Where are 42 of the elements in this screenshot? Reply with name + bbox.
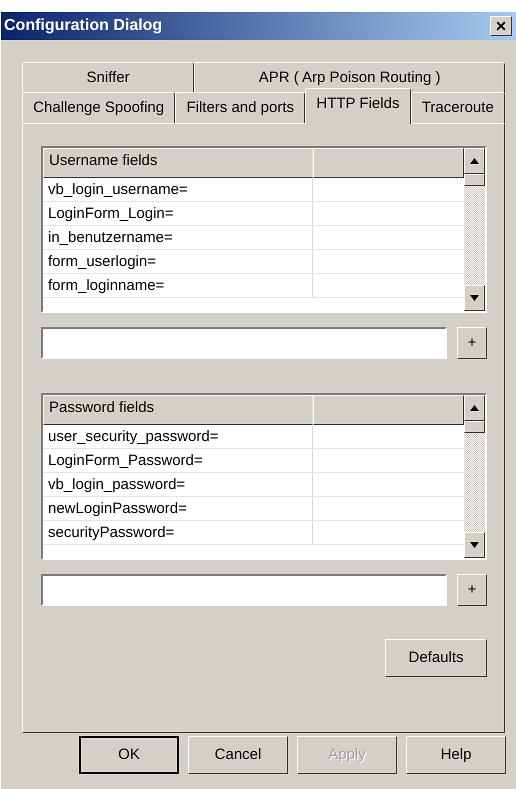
scrollbar[interactable] [464,148,485,311]
list-item[interactable]: securityPassword= [43,521,313,544]
scroll-up-button[interactable] [464,395,485,421]
column-header[interactable]: Password fields [43,395,313,425]
list-item[interactable]: vb_login_password= [43,473,313,496]
dialog-button[interactable]: OK [79,736,179,774]
up-arrow-icon [470,158,479,164]
scroll-down-button[interactable] [464,532,485,558]
up-arrow-icon [470,405,479,411]
tab[interactable]: APR ( Arp Poison Routing ) [194,62,506,93]
list-item[interactable]: LoginForm_Password= [43,449,313,472]
tab[interactable]: Challenge Spoofing [22,92,176,123]
column-header[interactable]: Username fields [43,148,313,178]
list-item[interactable]: vb_login_username= [43,178,313,201]
scrollbar[interactable] [464,395,485,558]
list-item[interactable]: LoginForm_Login= [43,202,313,225]
list-item[interactable]: form_userlogin= [43,250,313,273]
dialog-button[interactable]: Help [406,736,506,774]
add-button[interactable]: + [457,574,487,606]
tab[interactable]: Traceroute [410,92,505,123]
list-item[interactable]: newLoginPassword= [43,497,313,520]
tab[interactable]: Filters and ports [175,92,306,123]
add-button[interactable]: + [457,327,487,359]
defaults-button[interactable]: Defaults [385,639,487,677]
column-header[interactable] [313,148,464,178]
window-title: Configuration Dialog [4,16,162,36]
down-arrow-icon [470,295,479,301]
scroll-down-button[interactable] [464,285,485,311]
tab[interactable]: HTTP Fields [305,88,411,124]
column-header[interactable] [313,395,464,425]
tab[interactable]: Sniffer [22,62,194,93]
list-item[interactable]: form_loginname= [43,274,313,297]
down-arrow-icon [470,542,479,548]
text-field[interactable] [41,327,447,359]
close-button[interactable]: × [490,16,512,36]
scroll-up-button[interactable] [464,148,485,174]
list-item[interactable]: user_security_password= [43,425,313,448]
text-field[interactable] [41,574,447,606]
scroll-thumb[interactable] [464,421,485,433]
list-item[interactable]: in_benutzername= [43,226,313,249]
dialog-button[interactable]: Cancel [188,736,288,774]
scroll-thumb[interactable] [464,174,485,186]
